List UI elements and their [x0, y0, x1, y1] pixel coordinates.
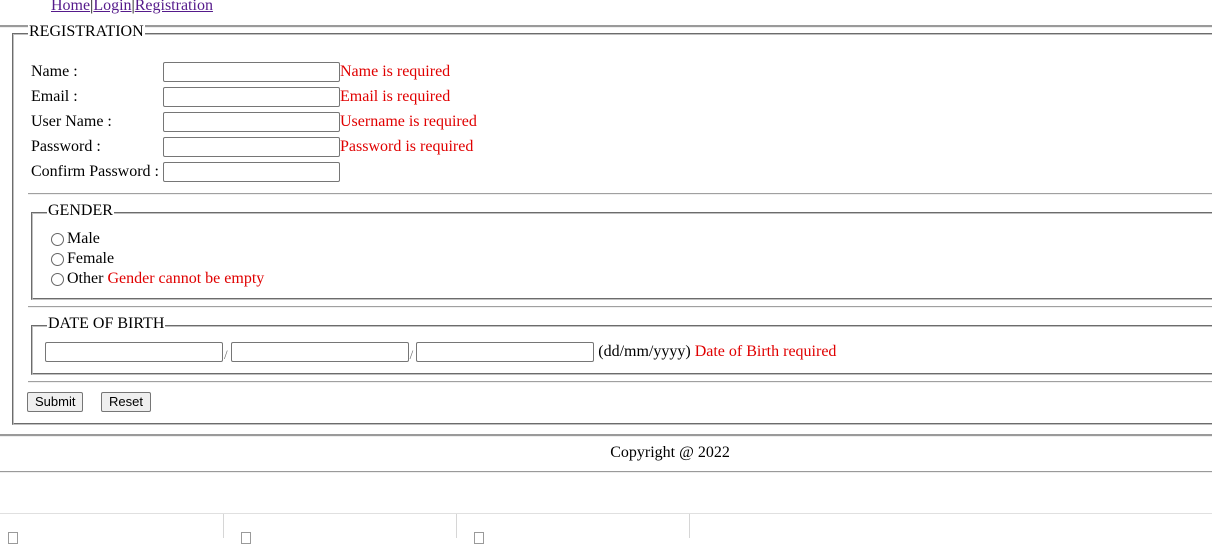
- dob-day-input[interactable]: [45, 342, 223, 362]
- other-label: Other: [67, 270, 104, 287]
- copyright-text: Copyright @ 2022: [610, 444, 730, 461]
- nav-home-link[interactable]: Home: [51, 0, 90, 14]
- reset-button[interactable]: Reset: [101, 392, 151, 412]
- download-item[interactable]: [0, 514, 224, 544]
- registration-fieldset: REGISTRATION Name : Name is required Ema…: [12, 23, 1212, 425]
- footer-divider: [0, 471, 1212, 473]
- female-label: Female: [67, 250, 115, 267]
- password-row: Password : Password is required: [31, 136, 473, 158]
- dob-error: Date of Birth required: [694, 343, 837, 360]
- section-divider: [28, 306, 1212, 308]
- section-divider: [28, 381, 1212, 383]
- dob-format-hint: (dd/mm/yyyy): [598, 343, 691, 360]
- dob-fieldset: DATE OF BIRTH / / (dd/mm/yyyy) Date of B…: [31, 315, 1212, 375]
- footer-divider: [0, 434, 1212, 437]
- confirm-password-input[interactable]: [163, 162, 340, 182]
- username-error: Username is required: [340, 113, 477, 130]
- gender-option-other[interactable]: Other Gender cannot be empty: [51, 269, 264, 289]
- password-label: Password :: [31, 138, 101, 155]
- file-icon: [474, 532, 484, 544]
- password-error: Password is required: [340, 138, 474, 155]
- dob-separator: /: [409, 347, 414, 362]
- dob-month-input[interactable]: [230, 342, 409, 362]
- username-label: User Name :: [31, 113, 112, 130]
- email-input[interactable]: [163, 87, 340, 107]
- section-divider: [28, 193, 1212, 195]
- header-divider: [0, 25, 1212, 28]
- confirm-password-label: Confirm Password :: [31, 163, 159, 180]
- gender-fieldset: GENDER Male Female Other Gender cannot b…: [31, 202, 1212, 300]
- email-label: Email :: [31, 88, 78, 105]
- dob-separator: /: [224, 347, 228, 362]
- dob-row: / / (dd/mm/yyyy) Date of Birth required: [45, 341, 836, 363]
- submit-button[interactable]: Submit: [27, 392, 84, 412]
- name-row: Name : Name is required: [31, 61, 450, 83]
- registration-legend: REGISTRATION: [28, 23, 145, 41]
- name-input[interactable]: [163, 62, 340, 82]
- gender-legend: GENDER: [47, 202, 114, 220]
- name-label: Name :: [31, 63, 78, 80]
- download-item[interactable]: [466, 514, 690, 544]
- username-input[interactable]: [163, 112, 340, 132]
- male-label: Male: [67, 230, 100, 247]
- top-nav: Home|Login|Registration: [51, 0, 213, 15]
- nav-login-link[interactable]: Login: [93, 0, 131, 14]
- email-row: Email : Email is required: [31, 86, 450, 108]
- gender-error: Gender cannot be empty: [107, 270, 265, 287]
- file-icon: [241, 532, 251, 544]
- gender-option-male[interactable]: Male: [51, 229, 100, 249]
- dob-year-input[interactable]: [416, 342, 595, 362]
- username-row: User Name : Username is required: [31, 111, 477, 133]
- gender-option-female[interactable]: Female: [51, 249, 114, 269]
- email-error: Email is required: [340, 88, 451, 105]
- male-radio[interactable]: [51, 232, 64, 246]
- other-radio[interactable]: [51, 272, 64, 286]
- name-error: Name is required: [340, 63, 451, 80]
- download-bar: [0, 513, 1212, 544]
- female-radio[interactable]: [51, 252, 64, 266]
- nav-registration-link[interactable]: Registration: [135, 0, 213, 14]
- download-item[interactable]: [233, 514, 457, 544]
- password-input[interactable]: [163, 137, 340, 157]
- file-icon: [8, 532, 18, 544]
- confirm-password-row: Confirm Password :: [31, 161, 340, 183]
- dob-legend: DATE OF BIRTH: [47, 315, 166, 333]
